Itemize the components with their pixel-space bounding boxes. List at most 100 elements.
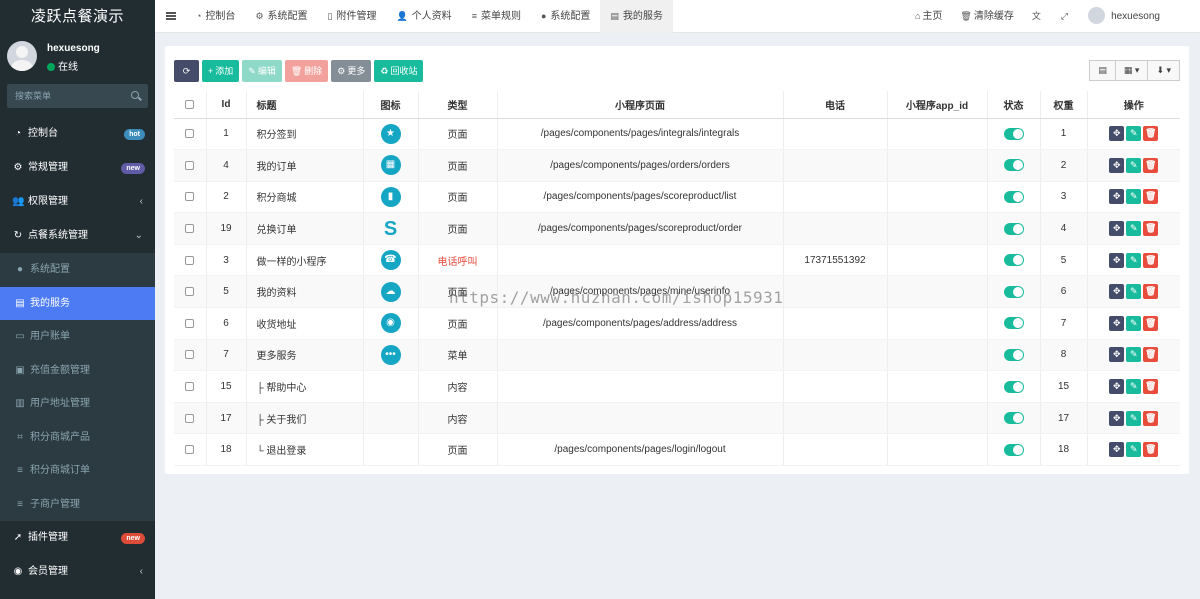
delete-row-button[interactable]: 🗑 [1143, 189, 1159, 205]
delete-row-button[interactable]: 🗑 [1143, 284, 1159, 300]
delete-row-button[interactable]: 🗑 [1143, 126, 1159, 142]
sidebar-search-input[interactable] [7, 84, 127, 108]
delete-row-button[interactable]: 🗑 [1143, 410, 1159, 426]
col-title[interactable]: 标题 [246, 91, 364, 119]
edit-button[interactable]: ✎ 编辑 [242, 60, 282, 82]
sidebar-item-sidebar-submenu-1[interactable]: ▤ 我的服务 [0, 286, 155, 320]
recycle-button[interactable]: ♻ 回收站 [374, 60, 424, 82]
delete-row-button[interactable]: 🗑 [1143, 252, 1159, 268]
row-checkbox[interactable] [185, 350, 195, 360]
status-toggle[interactable] [1003, 222, 1024, 235]
row-checkbox[interactable] [185, 318, 195, 328]
edit-row-button[interactable]: ✎ [1126, 126, 1142, 142]
delete-row-button[interactable]: 🗑 [1143, 347, 1159, 363]
status-toggle[interactable] [1003, 285, 1024, 298]
table-row[interactable]: 17 ├ 关于我们 内容 17 ✥ ✎ 🗑 [174, 402, 1180, 435]
drag-handle-icon[interactable]: ✥ [1109, 410, 1125, 426]
edit-row-button[interactable]: ✎ [1126, 189, 1142, 205]
export-button[interactable]: ⬇ ▾ [1147, 60, 1180, 81]
sidebar-item-sidebar-submenu-5[interactable]: ⌗ 积分商城产品 [0, 421, 155, 455]
user-menu[interactable]: hexuesong [1079, 0, 1200, 33]
status-toggle[interactable] [1003, 254, 1024, 267]
edit-row-button[interactable]: ✎ [1126, 157, 1142, 173]
sidebar-item-sidebar-items-3[interactable]: ↻ 点餐系统管理 ⌄ [0, 219, 155, 253]
col-appid[interactable]: 小程序app_id [887, 91, 988, 119]
fullscreen-button[interactable]: ⤢ [1052, 0, 1079, 33]
status-toggle[interactable] [1003, 380, 1024, 393]
delete-row-button[interactable]: 🗑 [1143, 442, 1159, 458]
tab-0[interactable]: ◔ 控制台 [186, 0, 245, 33]
drag-handle-icon[interactable]: ✥ [1109, 442, 1125, 458]
tab-1[interactable]: ⚙ 系统配置 [245, 0, 317, 33]
status-toggle[interactable] [1003, 159, 1024, 172]
row-checkbox[interactable] [185, 160, 195, 170]
table-row[interactable]: 4 我的订单 ▦ 页面/pages/components/pages/orders/o… [174, 149, 1180, 182]
table-row[interactable]: 1 积分签到 ★ 页面/pages/components/pages/integral… [174, 118, 1180, 151]
brand-logo[interactable]: 凌跃点餐演示 [0, 0, 155, 33]
sidebar-item-sidebar-bottom-0[interactable]: ➚ 插件管理 new [0, 521, 155, 555]
edit-row-button[interactable]: ✎ [1126, 410, 1142, 426]
col-status[interactable]: 状态 [987, 91, 1041, 119]
columns-button[interactable]: ▦ ▾ [1114, 60, 1149, 81]
sidebar-item-sidebar-submenu-7[interactable]: ≡ 子商户管理 [0, 488, 155, 522]
row-checkbox[interactable] [185, 129, 195, 139]
drag-handle-icon[interactable]: ✥ [1109, 315, 1125, 331]
sidebar-item-sidebar-submenu-0[interactable]: ● 系统配置 [0, 253, 155, 287]
row-checkbox[interactable] [185, 255, 195, 265]
drag-handle-icon[interactable]: ✥ [1109, 157, 1125, 173]
drag-handle-icon[interactable]: ✥ [1109, 252, 1125, 268]
edit-row-button[interactable]: ✎ [1126, 379, 1142, 395]
sidebar-item-sidebar-submenu-2[interactable]: ▭ 用户账单 [0, 320, 155, 354]
drag-handle-icon[interactable]: ✥ [1109, 379, 1125, 395]
refresh-button[interactable]: ⟳ [174, 60, 199, 82]
status-toggle[interactable] [1003, 443, 1024, 456]
sidebar-item-sidebar-submenu-6[interactable]: ≡ 积分商城订单 [0, 454, 155, 488]
edit-row-button[interactable]: ✎ [1126, 315, 1142, 331]
table-row[interactable]: 18 └ 退出登录 页面/pages/components/pages/login/… [174, 433, 1180, 467]
table-row[interactable]: 7 更多服务 ••• 菜单 8 ✥ ✎ 🗑 [174, 339, 1180, 372]
sidebar-toggle-icon[interactable] [166, 12, 176, 20]
select-all-checkbox[interactable] [185, 99, 195, 109]
col-id[interactable]: Id [206, 91, 247, 119]
col-weight[interactable]: 权重 [1040, 91, 1088, 119]
sidebar-item-sidebar-bottom-1[interactable]: ◉ 会员管理 ‹ [0, 555, 155, 589]
add-button[interactable]: + 添加 [202, 60, 240, 82]
status-toggle[interactable] [1003, 317, 1024, 330]
translate-button[interactable]: 文 [1023, 0, 1052, 33]
drag-handle-icon[interactable]: ✥ [1109, 126, 1125, 142]
table-row[interactable]: 3 做一样的小程序 ☎ 电话呼叫 17371551392 5 ✥ ✎ 🗑 [174, 244, 1180, 277]
sidebar-item-sidebar-submenu-4[interactable]: ▥ 用户地址管理 [0, 387, 155, 421]
drag-handle-icon[interactable]: ✥ [1109, 284, 1125, 300]
drag-handle-icon[interactable]: ✥ [1109, 221, 1125, 237]
col-page[interactable]: 小程序页面 [497, 91, 784, 119]
sidebar-item-sidebar-submenu-3[interactable]: ▣ 充值金额管理 [0, 354, 155, 388]
sidebar-item-sidebar-items-2[interactable]: 👥 权限管理 ‹ [0, 185, 155, 219]
row-checkbox[interactable] [185, 192, 195, 202]
status-toggle[interactable] [1003, 190, 1024, 203]
delete-button[interactable]: 🗑 删除 [284, 60, 329, 82]
home-link[interactable]: ⌂ 主页 [906, 0, 951, 33]
table-row[interactable]: 6 收货地址 ◉ 页面/pages/components/pages/address/… [174, 307, 1180, 340]
drag-handle-icon[interactable]: ✥ [1109, 189, 1125, 205]
status-toggle[interactable] [1003, 412, 1024, 425]
sidebar-item-sidebar-items-1[interactable]: ⚙ 常规管理 new [0, 151, 155, 185]
row-checkbox[interactable] [185, 223, 195, 233]
more-button[interactable]: ⚙ 更多 [331, 60, 372, 82]
delete-row-button[interactable]: 🗑 [1143, 379, 1159, 395]
delete-row-button[interactable]: 🗑 [1143, 157, 1159, 173]
table-row[interactable]: 15 ├ 帮助中心 内容 15 ✥ ✎ 🗑 [174, 370, 1180, 403]
col-icon[interactable]: 图标 [363, 91, 419, 119]
row-checkbox[interactable] [185, 445, 195, 455]
row-checkbox[interactable] [185, 287, 195, 297]
edit-row-button[interactable]: ✎ [1126, 284, 1142, 300]
tab-4[interactable]: ≡ 菜单规则 [462, 0, 531, 33]
edit-row-button[interactable]: ✎ [1126, 347, 1142, 363]
sidebar-item-sidebar-items-0[interactable]: ◔ 控制台 hot [0, 117, 155, 151]
edit-row-button[interactable]: ✎ [1126, 442, 1142, 458]
row-checkbox[interactable] [185, 413, 195, 423]
table-row[interactable]: 2 积分商城 ▮ 页面/pages/components/pages/scorepro… [174, 181, 1180, 214]
edit-row-button[interactable]: ✎ [1126, 221, 1142, 237]
tab-6[interactable]: ▤ 我的服务 [600, 0, 673, 33]
tab-2[interactable]: ▯ 附件管理 [318, 0, 387, 33]
clear-cache-link[interactable]: 🗑 清除缓存 [951, 0, 1022, 33]
